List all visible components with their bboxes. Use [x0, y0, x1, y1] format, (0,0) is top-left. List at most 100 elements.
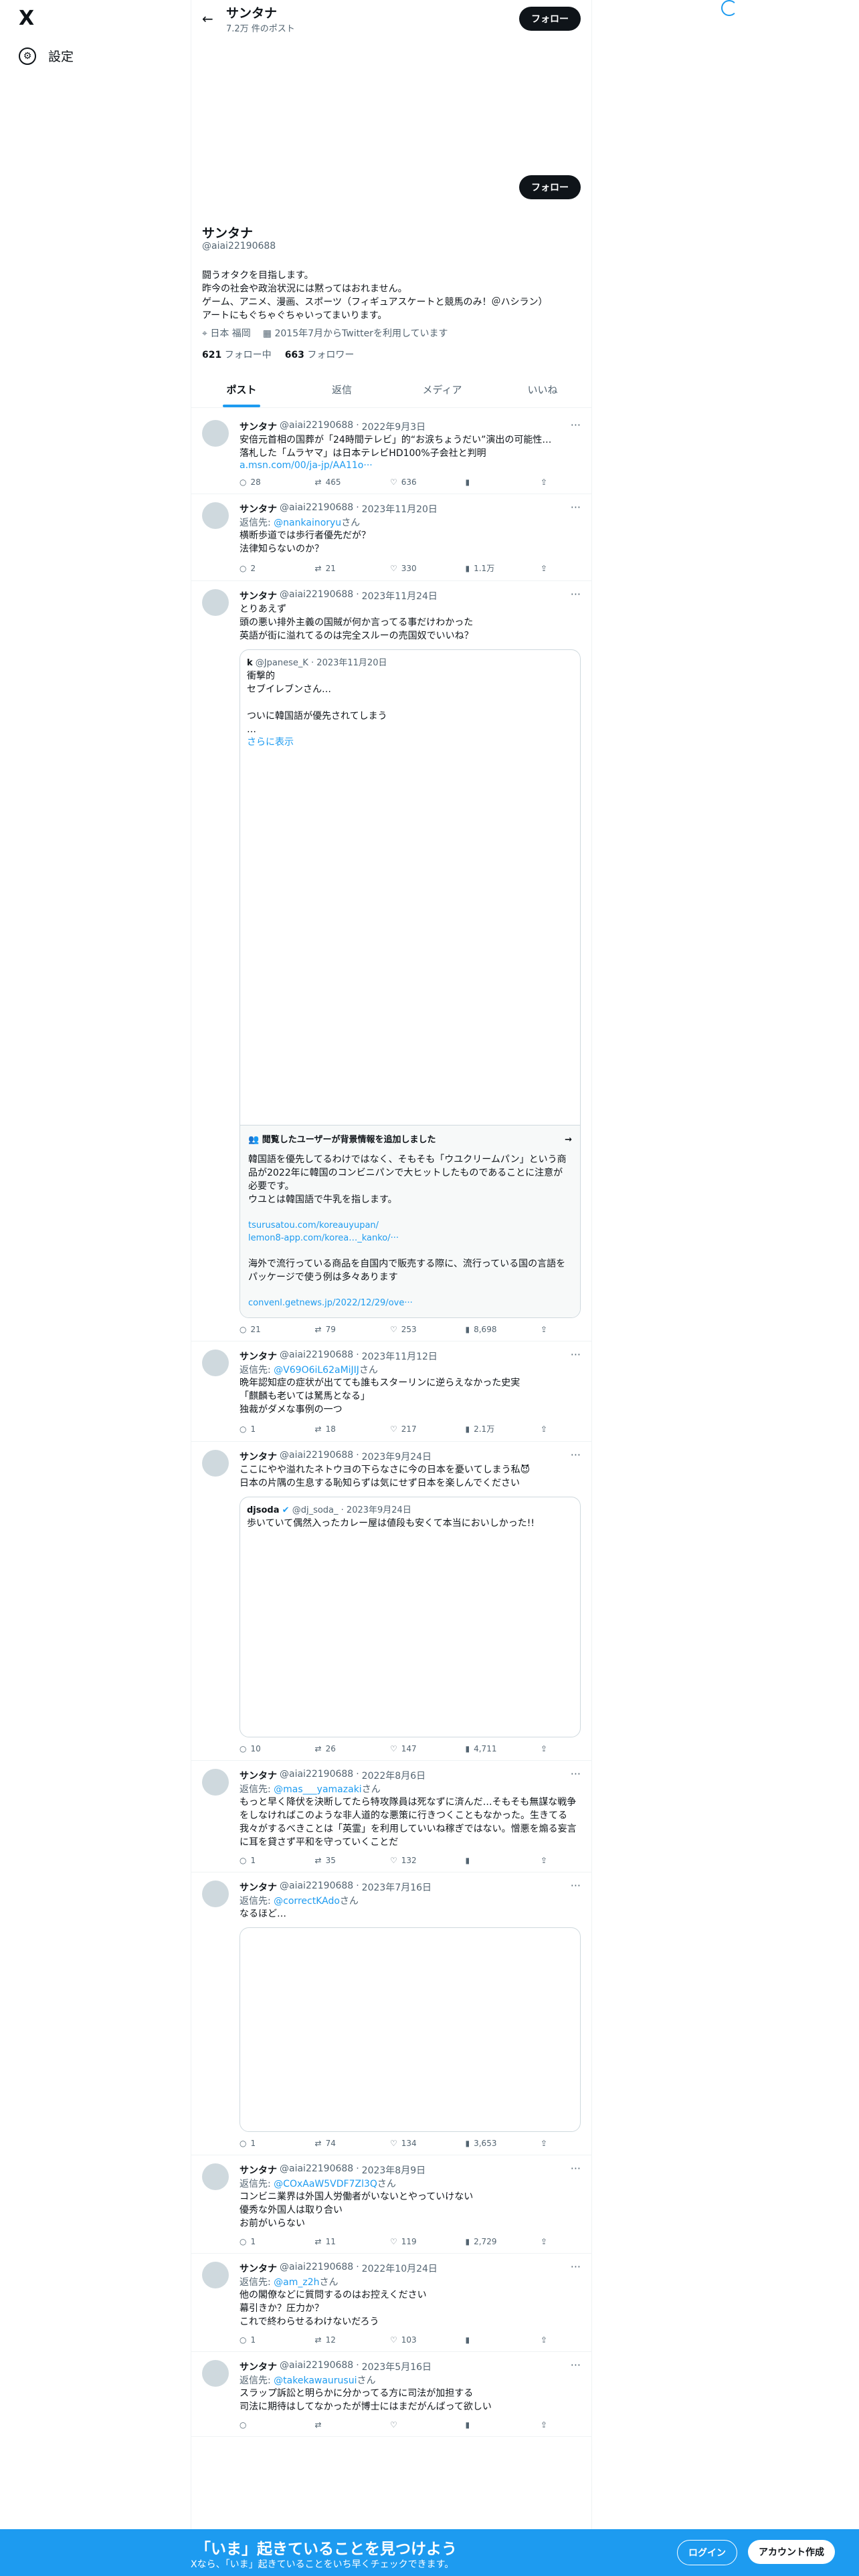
- share-button[interactable]: ⇪: [541, 1423, 581, 1434]
- tweet-author-handle[interactable]: @aiai22190688: [280, 502, 353, 516]
- reply-to-handle[interactable]: @takekawaurusui: [274, 2375, 357, 2386]
- like-button[interactable]: ♡: [390, 2420, 430, 2430]
- show-more-link[interactable]: さらに表示: [247, 736, 573, 749]
- views-button[interactable]: ▮ 1.1万: [466, 562, 506, 574]
- tweet-date[interactable]: 2023年8月9日: [362, 2163, 425, 2177]
- tweet-date[interactable]: 2022年8月6日: [362, 1769, 425, 1782]
- reply-button[interactable]: ○ 1: [240, 1856, 280, 1865]
- like-button[interactable]: ♡ 134: [390, 2139, 430, 2148]
- tab-likes[interactable]: いいね: [492, 372, 591, 407]
- share-button[interactable]: ⇪: [541, 2237, 581, 2246]
- note-link[interactable]: lemon8-app.com/korea…_kanko/···: [248, 1232, 572, 1245]
- tweet-author-handle[interactable]: @aiai22190688: [280, 1881, 353, 1894]
- tweet-author-name[interactable]: サンタナ: [240, 1881, 277, 1894]
- tweet-author-name[interactable]: サンタナ: [240, 589, 277, 603]
- views-button[interactable]: ▮ 3,653: [466, 2139, 506, 2148]
- repost-button[interactable]: ⇄ 21: [315, 562, 355, 574]
- avatar[interactable]: [202, 1350, 229, 1376]
- tweet-date[interactable]: 2023年7月16日: [362, 1881, 432, 1894]
- back-arrow-icon[interactable]: ←: [202, 11, 226, 27]
- login-button[interactable]: ログイン: [677, 2540, 737, 2565]
- avatar[interactable]: [202, 1769, 229, 1796]
- tab-replies[interactable]: 返信: [292, 372, 392, 407]
- views-button[interactable]: ▮: [466, 477, 506, 487]
- tweet-author-name[interactable]: サンタナ: [240, 1350, 277, 1363]
- signup-button[interactable]: アカウント作成: [748, 2540, 835, 2564]
- share-button[interactable]: ⇪: [541, 1325, 581, 1334]
- like-button[interactable]: ♡ 636: [390, 477, 430, 487]
- reply-to-handle[interactable]: @am_z2h: [274, 2277, 319, 2288]
- tweet[interactable]: ··· サンタナ @aiai22190688 · 2023年11月20日 返信先…: [191, 494, 591, 581]
- tweet[interactable]: ··· サンタナ @aiai22190688 · 2023年11月24日 とりあ…: [191, 581, 591, 1341]
- tweet-author-handle[interactable]: @aiai22190688: [280, 1450, 353, 1463]
- tweet-author-handle[interactable]: @aiai22190688: [280, 2262, 353, 2275]
- like-button[interactable]: ♡ 217: [390, 1423, 430, 1434]
- avatar[interactable]: [202, 2262, 229, 2288]
- repost-button[interactable]: ⇄ 79: [315, 1325, 355, 1334]
- tweet[interactable]: ··· サンタナ @aiai22190688 · 2023年9月24日 ここにや…: [191, 1442, 591, 1761]
- following-link[interactable]: 621 フォロー中: [202, 348, 272, 361]
- more-icon[interactable]: ···: [571, 588, 581, 601]
- more-icon[interactable]: ···: [571, 1879, 581, 1892]
- like-button[interactable]: ♡ 330: [390, 562, 430, 574]
- followers-link[interactable]: 663 フォロワー: [285, 348, 355, 361]
- tweet-author-name[interactable]: サンタナ: [240, 502, 277, 516]
- tweet-author-handle[interactable]: @aiai22190688: [280, 589, 353, 603]
- header-follow-button[interactable]: フォロー: [519, 7, 581, 31]
- reply-button[interactable]: ○ 28: [240, 477, 280, 487]
- tweet[interactable]: ··· サンタナ @aiai22190688 · 2023年8月9日 返信先: …: [191, 2155, 591, 2254]
- reply-to-handle[interactable]: @nankainoryu: [274, 518, 341, 528]
- avatar[interactable]: [202, 2360, 229, 2387]
- reply-to-handle[interactable]: @V69O6iL62aMiJIJ: [274, 1365, 359, 1376]
- tweet[interactable]: ··· サンタナ @aiai22190688 · 2023年7月16日 返信先:…: [191, 1872, 591, 2155]
- reply-button[interactable]: ○ 1: [240, 2139, 280, 2148]
- tweet-author-name[interactable]: サンタナ: [240, 2163, 277, 2177]
- tweet-date[interactable]: 2023年9月24日: [362, 1450, 432, 1463]
- tweet-date[interactable]: 2023年11月20日: [362, 502, 438, 516]
- tab-posts[interactable]: ポスト: [191, 372, 292, 407]
- tweet-author-name[interactable]: サンタナ: [240, 420, 277, 433]
- share-button[interactable]: ⇪: [541, 477, 581, 487]
- more-icon[interactable]: ···: [571, 1348, 581, 1361]
- views-button[interactable]: ▮: [466, 2335, 506, 2345]
- quoted-tweet[interactable]: k @Jpanese_K · 2023年11月20日 衝撃的 セブイレブンさん……: [240, 649, 581, 1318]
- reply-to-handle[interactable]: @COxAaW5VDF7Zl3Q: [274, 2179, 377, 2189]
- tweet[interactable]: ··· サンタナ @aiai22190688 · 2023年5月16日 返信先:…: [191, 2352, 591, 2437]
- more-icon[interactable]: ···: [571, 1767, 581, 1780]
- like-button[interactable]: ♡ 132: [390, 1856, 430, 1865]
- tweet-author-handle[interactable]: @aiai22190688: [280, 1350, 353, 1363]
- repost-button[interactable]: ⇄ 465: [315, 477, 355, 487]
- avatar[interactable]: [202, 2163, 229, 2190]
- repost-button[interactable]: ⇄ 18: [315, 1423, 355, 1434]
- profile-follow-button[interactable]: フォロー: [519, 175, 581, 199]
- avatar[interactable]: [202, 589, 229, 616]
- tweet-date[interactable]: 2022年10月24日: [362, 2262, 438, 2275]
- views-button[interactable]: ▮ 8,698: [466, 1325, 506, 1334]
- tweet-author-handle[interactable]: @aiai22190688: [280, 2360, 353, 2373]
- reply-button[interactable]: ○ 2: [240, 562, 280, 574]
- more-icon[interactable]: ···: [571, 501, 581, 514]
- tweet[interactable]: ··· サンタナ @aiai22190688 · 2023年11月12日 返信先…: [191, 1341, 591, 1442]
- tweet-date[interactable]: 2023年11月12日: [362, 1350, 438, 1363]
- avatar[interactable]: [202, 1450, 229, 1477]
- tweet-author-handle[interactable]: @aiai22190688: [280, 1769, 353, 1782]
- views-button[interactable]: ▮: [466, 2420, 506, 2430]
- like-button[interactable]: ♡ 147: [390, 1744, 430, 1753]
- tweet-author-name[interactable]: サンタナ: [240, 2360, 277, 2373]
- tweet-author-name[interactable]: サンタナ: [240, 1450, 277, 1463]
- like-button[interactable]: ♡ 119: [390, 2237, 430, 2246]
- note-link[interactable]: convenl.getnews.jp/2022/12/29/ove···: [248, 1297, 572, 1309]
- reply-button[interactable]: ○ 1: [240, 2335, 280, 2345]
- more-icon[interactable]: ···: [571, 1448, 581, 1461]
- like-button[interactable]: ♡ 103: [390, 2335, 430, 2345]
- x-logo[interactable]: X: [19, 7, 41, 30]
- share-button[interactable]: ⇪: [541, 2335, 581, 2345]
- repost-button[interactable]: ⇄ 74: [315, 2139, 355, 2148]
- quoted-tweet[interactable]: djsoda ✔ @dj_soda_ · 2023年9月24日 歩いていて偶然入…: [240, 1497, 581, 1737]
- repost-button[interactable]: ⇄ 11: [315, 2237, 355, 2246]
- tweet-author-name[interactable]: サンタナ: [240, 1769, 277, 1782]
- tweet-author-handle[interactable]: @aiai22190688: [280, 420, 353, 433]
- share-button[interactable]: ⇪: [541, 2139, 581, 2148]
- tweet[interactable]: ··· サンタナ @aiai22190688 · 2022年8月6日 返信先: …: [191, 1761, 591, 1872]
- share-button[interactable]: ⇪: [541, 1744, 581, 1753]
